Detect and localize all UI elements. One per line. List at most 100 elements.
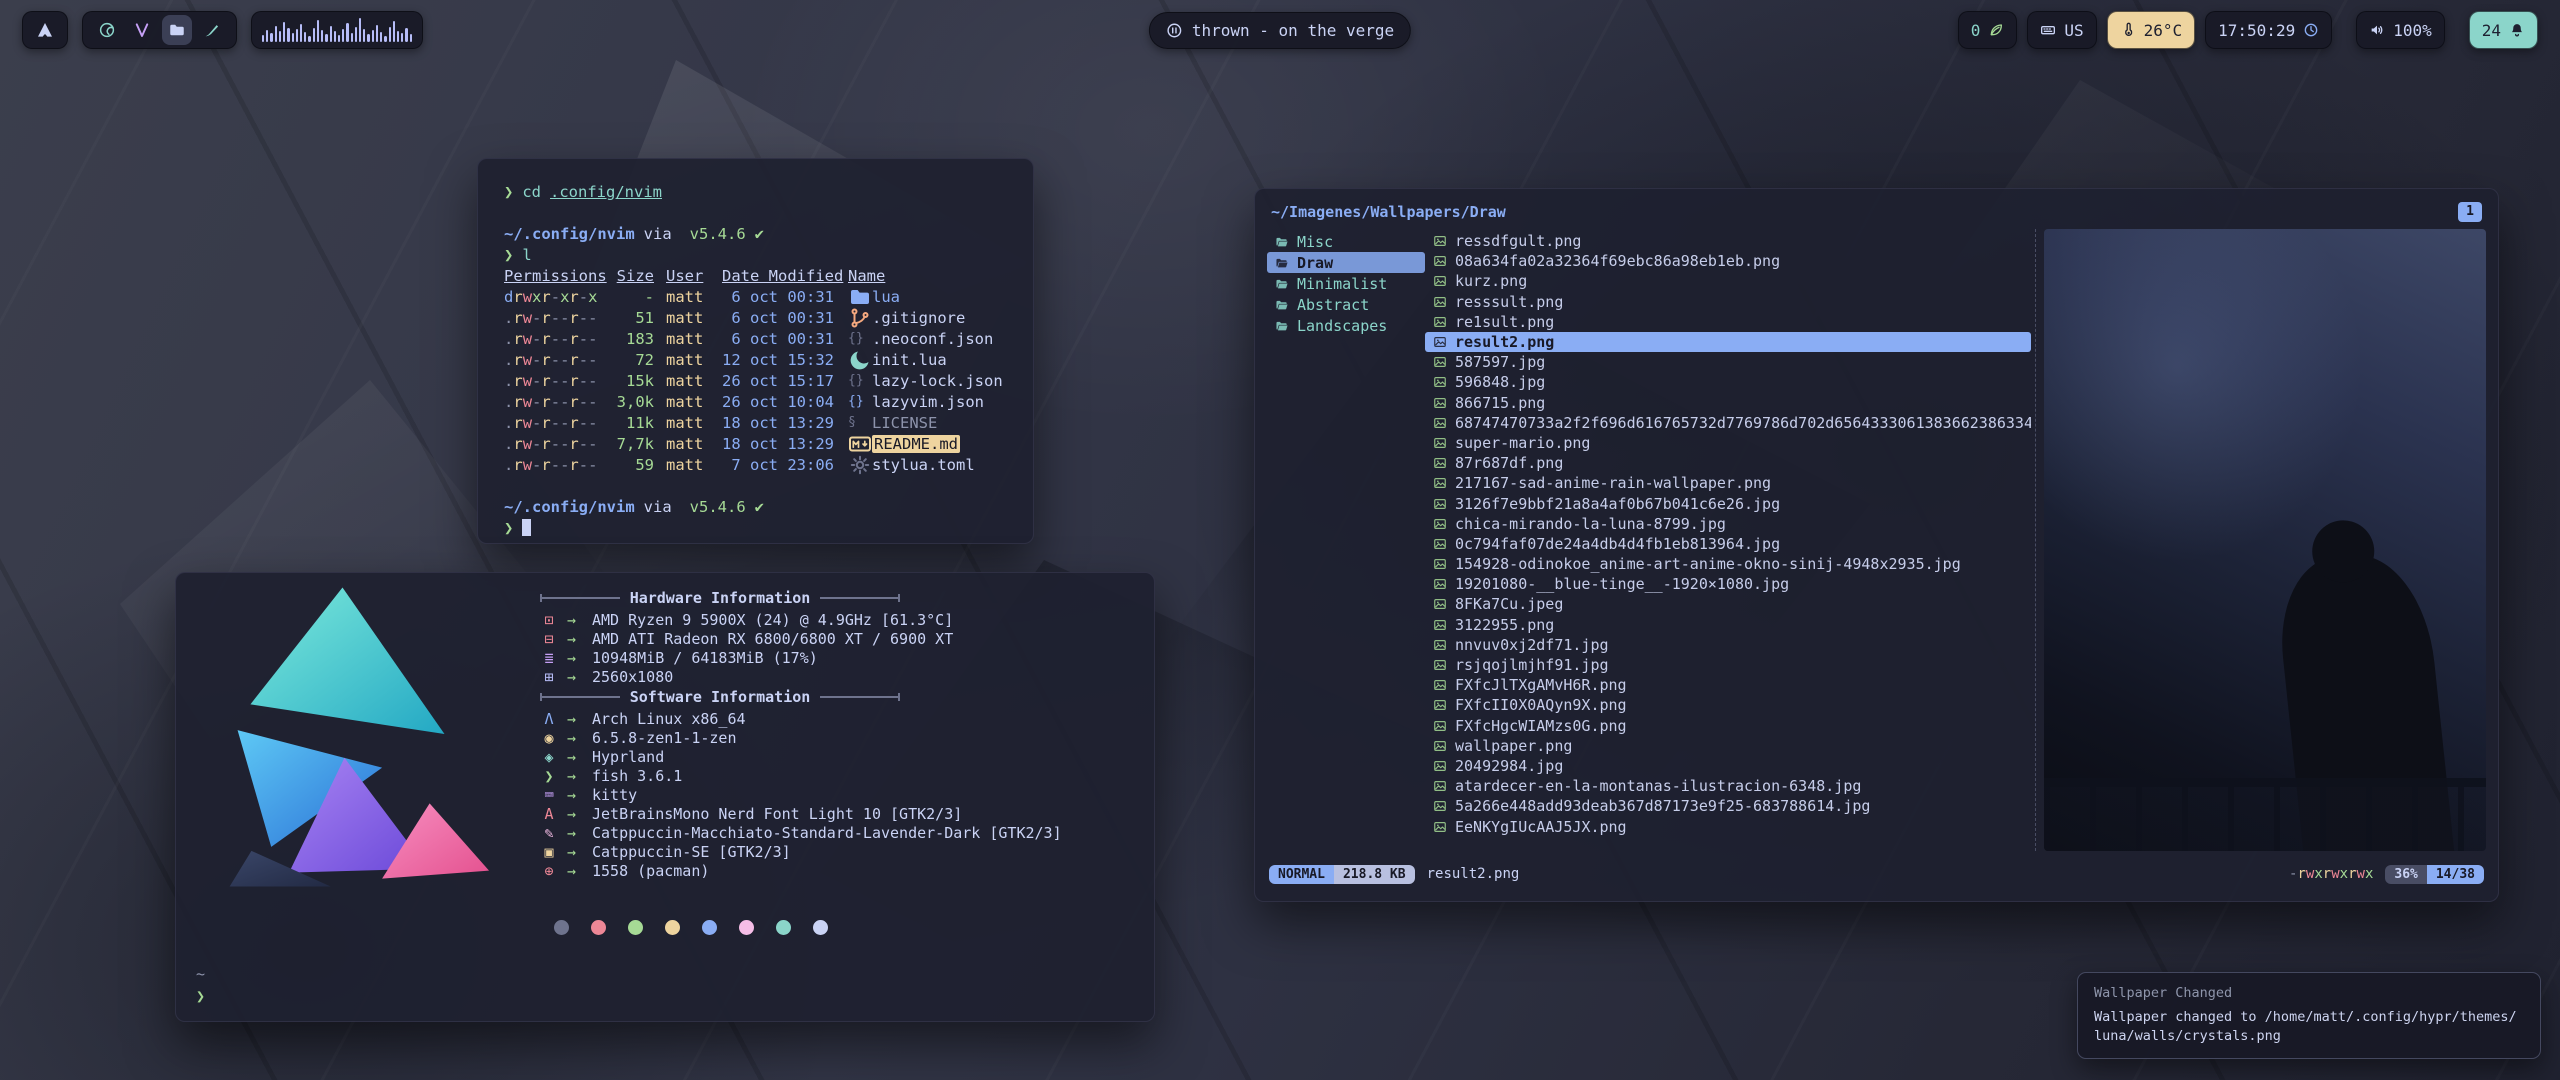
image-icon xyxy=(1433,759,1447,773)
file-item[interactable]: kurz.png xyxy=(1425,271,2031,291)
visualizer-bar xyxy=(393,21,395,42)
file-item[interactable]: FXfcJlTXgAMvH6R.png xyxy=(1425,675,2031,695)
prompt-path: ~/.config/nvim xyxy=(504,225,635,243)
file-date: 6 oct 00:31 xyxy=(722,330,844,348)
image-icon xyxy=(1433,658,1447,672)
file-permissions: .rw-r--r-- xyxy=(504,330,608,348)
file-item[interactable]: 8FKa7Cu.jpeg xyxy=(1425,594,2031,614)
tab-badge[interactable]: 1 xyxy=(2458,202,2482,222)
file-item[interactable]: 0c794faf07de24a4db4d4fb1eb813964.jpg xyxy=(1425,534,2031,554)
directory-name: Draw xyxy=(1297,254,1333,272)
file-item[interactable]: EeNKYgIUcAAJ5JX.png xyxy=(1425,816,2031,836)
file-name: 587597.jpg xyxy=(1455,353,1545,371)
image-icon xyxy=(1433,355,1447,369)
file-item[interactable]: re1sult.png xyxy=(1425,312,2031,332)
image-icon xyxy=(1433,456,1447,470)
fetch-value: Arch Linux x86_64 xyxy=(592,710,746,728)
lua-version: v5.4.6 xyxy=(690,225,746,243)
arrow-icon: → xyxy=(567,862,583,880)
file-item[interactable]: 3122955.png xyxy=(1425,615,2031,635)
visualizer-bar xyxy=(325,34,327,42)
launcher-button[interactable] xyxy=(22,11,68,49)
file-item[interactable]: 3126f7e9bbf21a8a4af0b67b041c6e26.jpg xyxy=(1425,493,2031,513)
visualizer-bar xyxy=(355,27,357,42)
directory-item[interactable]: Draw xyxy=(1267,252,1425,273)
file-item[interactable]: chica-mirando-la-luna-8799.jpg xyxy=(1425,514,2031,534)
file-item[interactable]: 587597.jpg xyxy=(1425,352,2031,372)
module-volume[interactable]: 100% xyxy=(2356,11,2445,49)
file-item[interactable]: wallpaper.png xyxy=(1425,736,2031,756)
image-icon xyxy=(1433,597,1447,611)
fetch-value: fish 3.6.1 xyxy=(592,767,682,785)
module-clock[interactable]: 17:50:29 xyxy=(2205,11,2332,49)
arrow-icon: → xyxy=(567,786,583,804)
notification-popup[interactable]: Wallpaper Changed Wallpaper changed to /… xyxy=(2077,972,2541,1059)
arrow-icon: → xyxy=(567,843,583,861)
file-item[interactable]: resssult.png xyxy=(1425,292,2031,312)
prompt-symbol: ❯ xyxy=(504,519,513,537)
leaf-icon xyxy=(1988,22,2004,38)
mode-badge: NORMAL xyxy=(1269,865,1334,884)
module-updates[interactable]: 0 xyxy=(1958,11,2018,49)
fetch-value: Catppuccin-Macchiato-Standard-Lavender-D… xyxy=(592,824,1062,842)
file-item[interactable]: 20492984.jpg xyxy=(1425,756,2031,776)
file-item[interactable]: 19201080-__blue-tinge__-1920×1080.jpg xyxy=(1425,574,2031,594)
prompt-symbol: ❯ xyxy=(504,246,513,264)
fetch-line: Λ→Arch Linux x86_64 xyxy=(540,709,1100,728)
file-owner: matt xyxy=(666,330,710,348)
fetch-value: Hyprland xyxy=(592,748,664,766)
media-widget[interactable]: thrown - on the verge xyxy=(1149,12,1411,49)
file-permissions: drwxr-xr-x xyxy=(504,288,608,306)
directory-item[interactable]: Misc xyxy=(1267,231,1425,252)
file-item[interactable]: 68747470733a2f2f696d616765732d7769786d70… xyxy=(1425,413,2031,433)
visualizer-bar xyxy=(266,30,268,42)
workspace-2[interactable] xyxy=(127,15,157,45)
visualizer-bar xyxy=(380,32,382,42)
folder-open-icon xyxy=(1275,298,1289,312)
file-item[interactable]: 217167-sad-anime-rain-wallpaper.png xyxy=(1425,473,2031,493)
directory-item[interactable]: Abstract xyxy=(1267,294,1425,315)
file-item[interactable]: FXfcII0X0AQyn9X.png xyxy=(1425,695,2031,715)
file-item[interactable]: result2.png xyxy=(1425,332,2031,352)
section-title: Hardware Information xyxy=(630,589,811,607)
listing-row: .rw-r--r--15kmatt26 oct 15:17{}lazy-lock… xyxy=(504,370,1007,391)
file-size: 15k xyxy=(608,372,654,390)
file-item[interactable]: FXfcHgcWIAMzs0G.png xyxy=(1425,716,2031,736)
fm-directory-list: Misc DrawMinimalistAbstract Landscapes xyxy=(1267,229,1425,851)
audio-visualizer xyxy=(251,11,423,49)
file-date: 26 oct 10:04 xyxy=(722,393,844,411)
directory-name: Landscapes xyxy=(1297,317,1387,335)
file-item[interactable]: 08a634fa02a32364f69ebc86a98eb1eb.png xyxy=(1425,251,2031,271)
file-owner: matt xyxy=(666,435,710,453)
visualizer-bar xyxy=(283,22,285,42)
file-size: 59 xyxy=(608,456,654,474)
file-item[interactable]: ressdfgult.png xyxy=(1425,231,2031,251)
file-item[interactable]: 866715.png xyxy=(1425,393,2031,413)
file-item[interactable]: atardecer-en-la-montanas-ilustracion-634… xyxy=(1425,776,2031,796)
workspace-3[interactable] xyxy=(162,15,192,45)
module-keyboard-layout[interactable]: US xyxy=(2027,11,2096,49)
workspace-4[interactable] xyxy=(197,15,227,45)
file-item[interactable]: 87r687df.png xyxy=(1425,453,2031,473)
module-weather[interactable]: 26°C xyxy=(2107,11,2196,49)
image-icon xyxy=(1433,537,1447,551)
fetch-info: Hardware Information⊡→AMD Ryzen 9 5900X … xyxy=(540,587,1100,880)
gpu-icon: ⊟ xyxy=(540,630,558,648)
file-item[interactable]: super-mario.png xyxy=(1425,433,2031,453)
directory-item[interactable]: Landscapes xyxy=(1267,315,1425,336)
image-icon xyxy=(1433,698,1447,712)
directory-item[interactable]: Minimalist xyxy=(1267,273,1425,294)
file-item[interactable]: nnvuv0xj2df71.jpg xyxy=(1425,635,2031,655)
visualizer-bar xyxy=(296,29,298,42)
workspace-1[interactable] xyxy=(92,15,122,45)
file-item[interactable]: 154928-odinokoe_anime-art-anime-okno-sin… xyxy=(1425,554,2031,574)
file-item[interactable]: rsjqojlmjhf91.jpg xyxy=(1425,655,2031,675)
arrow-icon: → xyxy=(567,611,583,629)
module-notifications[interactable]: 24 xyxy=(2469,11,2538,49)
palette-dot xyxy=(813,920,828,935)
status-check: ✔ xyxy=(755,225,764,243)
file-size: 11k xyxy=(608,414,654,432)
file-item[interactable]: 596848.jpg xyxy=(1425,372,2031,392)
palette-dot xyxy=(628,920,643,935)
file-item[interactable]: 5a266e448add93deab367d87173e9f25-6837886… xyxy=(1425,796,2031,816)
